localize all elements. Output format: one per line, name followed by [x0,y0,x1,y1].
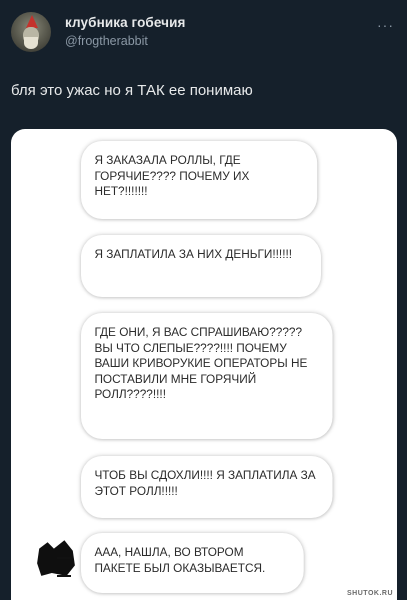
chat-message-bubble: ГДЕ ОНИ, Я ВАС СПРАШИВАЮ????? ВЫ ЧТО СЛЕ… [81,313,333,439]
chat-message-bubble: Я ЗАКАЗАЛА РОЛЛЫ, ГДЕ ГОРЯЧИЕ???? ПОЧЕМУ… [81,141,318,219]
redaction-lines [57,557,71,577]
tweet-media-image[interactable]: Я ЗАКАЗАЛА РОЛЛЫ, ГДЕ ГОРЯЧИЕ???? ПОЧЕМУ… [11,129,397,600]
author-display-name[interactable]: клубника гобечия [65,15,185,30]
avatar-beard [24,37,38,49]
chat-message-bubble: ААА, НАШЛА, ВО ВТОРОМ ПАКЕТЕ БЫЛ ОКАЗЫВА… [81,533,304,593]
author-handle[interactable]: @frogtherabbit [65,34,148,48]
tweet-text: бля это ужас но я ТАК ее понимаю [11,82,253,99]
tweet-header: клубника гобечия @frogtherabbit ··· [11,12,396,56]
chat-message-bubble: Я ЗАПЛАТИЛА ЗА НИХ ДЕНЬГИ!!!!!! [81,235,321,297]
more-horizontal-icon[interactable]: ··· [377,18,394,32]
chat-message-bubble: ЧТОБ ВЫ СДОХЛИ!!!! Я ЗАПЛАТИЛА ЗА ЭТОТ Р… [81,456,333,518]
avatar[interactable] [11,12,51,52]
watermark: SHUTOK.RU [347,590,393,597]
